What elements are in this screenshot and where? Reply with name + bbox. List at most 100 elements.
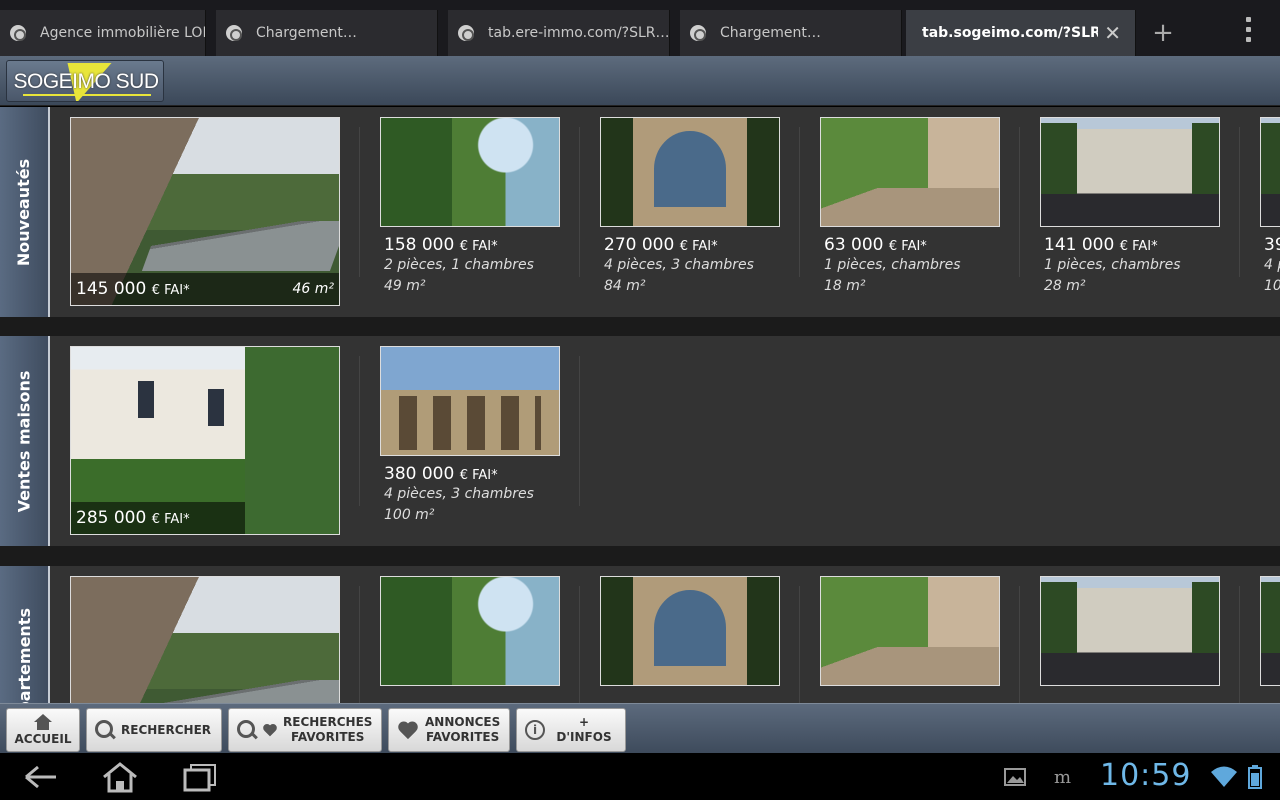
system-nav-bar: m 10:59	[0, 753, 1280, 800]
listing-photo[interactable]	[380, 576, 560, 686]
listing-rooms: 1 pièces, chambres	[824, 257, 961, 273]
listing-photo[interactable]	[820, 576, 1000, 686]
listing-price: 285 000 € FAI*	[76, 508, 190, 528]
browser-tab-4[interactable]: Chargement…	[680, 10, 902, 56]
divider	[1239, 586, 1240, 703]
annonces-favorites-button[interactable]: ANNONCES FAVORITES	[388, 708, 510, 752]
button-label: RECHERCHES FAVORITES	[283, 715, 373, 744]
listing-photo[interactable]	[600, 117, 780, 227]
tab-title: Chargement…	[256, 25, 357, 41]
listings-content[interactable]: Nouveautés 145 000 € FAI* 46 m² 158 000 …	[0, 107, 1280, 703]
listing-info: 63 000 € FAI* 1 pièces, chambres 18 m²	[824, 235, 961, 297]
plus-infos-button[interactable]: i + D'INFOS	[516, 708, 626, 752]
listing-photo[interactable]	[380, 346, 560, 456]
close-tab-icon[interactable]: ✕	[1104, 23, 1121, 43]
overflow-menu-icon[interactable]	[1236, 14, 1260, 44]
browser-tab-2[interactable]: Chargement…	[216, 10, 438, 56]
globe-icon	[226, 25, 242, 41]
listing-photo[interactable]	[1260, 576, 1280, 686]
listing-photo[interactable]	[70, 576, 340, 703]
photo-caption: 285 000 € FAI* 104 m²	[71, 502, 339, 534]
listing-info: 270 000 € FAI* 4 pièces, 3 chambres 84 m…	[604, 235, 754, 297]
browser-tab-3[interactable]: tab.ere-immo.com/?SLR…	[448, 10, 670, 56]
listing-photo[interactable]: 285 000 € FAI* 104 m²	[70, 346, 340, 535]
tab-title: Chargement…	[720, 25, 821, 41]
divider	[579, 586, 580, 703]
listing-photo[interactable]	[380, 117, 560, 227]
row-label: appartements	[0, 566, 50, 703]
listing-price: 63 000 € FAI*	[824, 235, 927, 255]
divider	[579, 356, 580, 506]
home-icon	[34, 713, 52, 730]
screenshot-notification-icon[interactable]	[1004, 767, 1026, 791]
recherches-favorites-button[interactable]: RECHERCHES FAVORITES	[228, 708, 382, 752]
row-ventes-maisons: Ventes maisons 285 000 € FAI* 104 m² 380…	[0, 336, 1280, 546]
listing-rooms: 4 pièces, 3 chambres	[384, 486, 534, 502]
listing-photo[interactable]: 145 000 € FAI* 46 m²	[70, 117, 340, 306]
row-appartements: appartements	[0, 566, 1280, 703]
divider	[1019, 127, 1020, 277]
listing-area: 84 m²	[604, 278, 646, 294]
listing-area: 46 m²	[292, 281, 334, 297]
sogeimo-logo[interactable]: SOGEIMO SUD	[6, 60, 164, 102]
button-label: ANNONCES FAVORITES	[425, 715, 501, 744]
info-icon: i	[525, 720, 545, 740]
tab-title: Agence immobilière LON…	[40, 25, 205, 41]
heart-icon	[397, 720, 419, 740]
listing-area: 28 m²	[1044, 278, 1086, 294]
recent-apps-icon[interactable]	[180, 761, 220, 793]
globe-icon	[458, 25, 474, 41]
button-label: ACCUEIL	[14, 731, 72, 746]
browser-tab-5-active[interactable]: tab.sogeimo.com/?SLRC… ✕	[906, 10, 1136, 56]
row-nouveautes: Nouveautés 145 000 € FAI* 46 m² 158 000 …	[0, 107, 1280, 317]
rechercher-button[interactable]: RECHERCHER	[86, 708, 222, 752]
battery-icon[interactable]	[1248, 765, 1262, 793]
logo-underline	[23, 94, 151, 96]
listing-price: 141 000 € FAI*	[1044, 235, 1158, 255]
listing-info: 39 4 p 10	[1264, 235, 1280, 297]
heart-icon	[262, 723, 277, 737]
button-label: RECHERCHER	[121, 722, 212, 737]
listing-rooms: 4 pièces, 3 chambres	[604, 257, 754, 273]
divider	[1239, 127, 1240, 277]
listing-price: 39	[1264, 235, 1280, 255]
listing-area: 10	[1264, 278, 1280, 294]
listing-price: 158 000 € FAI*	[384, 235, 498, 255]
logo-text: SOGEIMO SUD	[13, 70, 159, 93]
globe-icon	[10, 25, 26, 41]
site-header: SOGEIMO SUD	[0, 56, 1280, 106]
divider	[1019, 586, 1020, 703]
divider	[359, 586, 360, 703]
listing-price: 270 000 € FAI*	[604, 235, 718, 255]
search-icon	[95, 720, 115, 740]
row-label: Ventes maisons	[0, 336, 50, 546]
listing-photo[interactable]	[820, 117, 1000, 227]
app-notification-icon[interactable]: m	[1054, 767, 1072, 791]
photo-caption: 145 000 € FAI* 46 m²	[71, 273, 339, 305]
back-icon[interactable]	[20, 761, 60, 793]
tab-title: tab.sogeimo.com/?SLRC…	[922, 25, 1098, 41]
browser-tab-1[interactable]: Agence immobilière LON…	[0, 10, 206, 56]
wifi-icon[interactable]	[1210, 765, 1238, 793]
system-clock[interactable]: 10:59	[1100, 758, 1191, 793]
listing-area: 104 m²	[283, 510, 334, 526]
row-label: Nouveautés	[0, 107, 50, 317]
globe-icon	[690, 25, 706, 41]
tab-title: tab.ere-immo.com/?SLR…	[488, 25, 669, 41]
browser-tab-bar: Agence immobilière LON… Chargement… tab.…	[0, 0, 1280, 56]
listing-photo[interactable]	[1040, 117, 1220, 227]
listing-price: 380 000 € FAI*	[384, 464, 498, 484]
button-label: + D'INFOS	[556, 715, 612, 744]
accueil-button[interactable]: ACCUEIL	[6, 708, 80, 752]
listing-photo[interactable]	[600, 576, 780, 686]
listing-photo[interactable]	[1260, 117, 1280, 227]
divider	[799, 127, 800, 277]
listing-photo[interactable]	[1040, 576, 1220, 686]
new-tab-button[interactable]: +	[1140, 10, 1186, 56]
listing-info: 380 000 € FAI* 4 pièces, 3 chambres 100 …	[384, 464, 534, 526]
listing-rooms: 2 pièces, 1 chambres	[384, 257, 534, 273]
listing-rooms: 1 pièces, chambres	[1044, 257, 1181, 273]
home-nav-icon[interactable]	[100, 761, 140, 793]
divider	[579, 127, 580, 277]
bottom-toolbar: ACCUEIL RECHERCHER RECHERCHES FAVORITES A…	[0, 703, 1280, 753]
